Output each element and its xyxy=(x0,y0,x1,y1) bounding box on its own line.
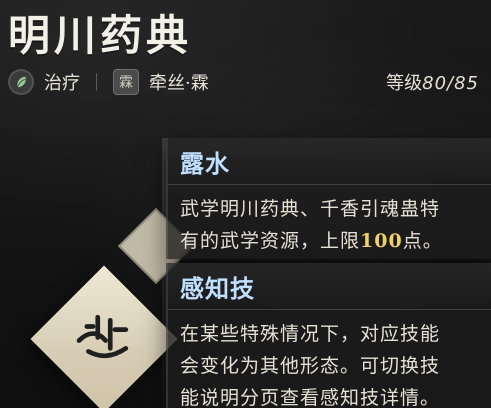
seal-stamp-icon: 霖 xyxy=(113,69,139,95)
info-card-sensing: 感知技 在某些特殊情况下，对应技能 会变化为其他形态。可切换技 能说明分页查看感… xyxy=(166,263,491,408)
page-title: 明川药典 xyxy=(8,11,193,60)
card-text: 点。 xyxy=(402,230,443,252)
card-line: 在某些特殊情况下，对应技能 xyxy=(180,323,441,345)
card-text: 有的武学资源，上限 xyxy=(180,230,361,252)
level: 等级80/85 xyxy=(386,69,479,95)
card-line: 能说明分页查看感知技详情。 xyxy=(180,387,441,408)
meta-row: 治疗 霖 牵丝·霖 等级80/85 xyxy=(8,64,479,100)
resource-cap-value: 100 xyxy=(360,230,403,252)
card-title: 露水 xyxy=(168,138,491,185)
card-title: 感知技 xyxy=(168,263,491,310)
healing-leaf-icon xyxy=(8,69,34,95)
divider xyxy=(96,73,97,91)
info-card-dew: 露水 武学明川药典、千香引魂蛊特 有的武学资源，上限100点。 xyxy=(166,138,491,259)
skill-symbol-icon xyxy=(65,300,143,378)
card-line: 武学明川药典、千香引魂蛊特 xyxy=(180,198,441,220)
seal-char: 霖 xyxy=(119,75,133,91)
card-body: 在某些特殊情况下，对应技能 会变化为其他形态。可切换技 能说明分页查看感知技详情… xyxy=(168,310,491,408)
level-value: 80/85 xyxy=(422,73,479,94)
tag-healing: 治疗 xyxy=(44,73,80,94)
card-line: 有的武学资源，上限100点。 xyxy=(180,225,481,257)
card-line: 会变化为其他形态。可切换技 xyxy=(180,355,441,377)
level-label: 等级 xyxy=(386,73,423,94)
tag-style: 牵丝·霖 xyxy=(149,73,209,94)
card-body: 武学明川药典、千香引魂蛊特 有的武学资源，上限100点。 xyxy=(168,185,491,267)
